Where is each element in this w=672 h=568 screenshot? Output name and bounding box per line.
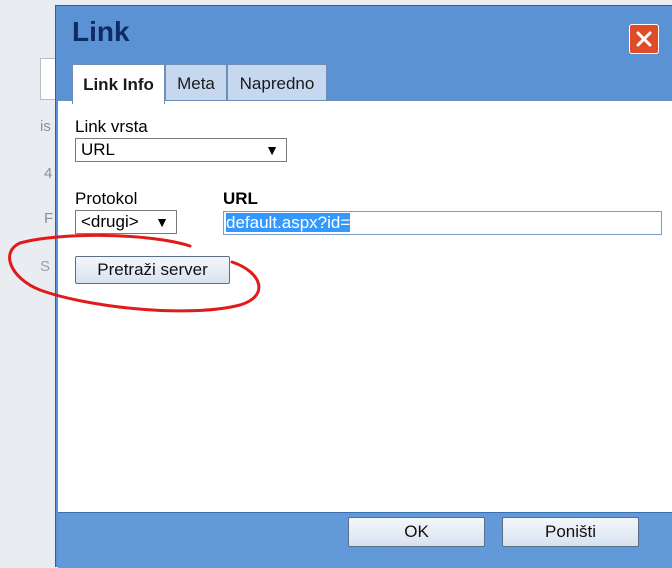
url-value: default.aspx?id= [226, 213, 351, 232]
close-button[interactable] [629, 24, 659, 54]
protocol-value: <drugi> [81, 212, 139, 231]
protocol-label: Protokol [75, 189, 138, 208]
tab-meta[interactable]: Meta [165, 64, 227, 102]
browse-server-button[interactable]: Pretraži server [75, 256, 230, 284]
url-label: URL [223, 189, 258, 208]
tab-label: Napredno [239, 73, 315, 93]
link-type-label: Link vrsta [75, 117, 148, 136]
background-text: is [40, 118, 51, 135]
button-label: OK [404, 522, 429, 541]
link-type-value: URL [81, 140, 116, 159]
button-label: Pretraži server [97, 260, 208, 279]
link-dialog: Link Link Info Meta Napredno Link vrsta … [55, 5, 672, 568]
url-input[interactable]: default.aspx?id= [223, 211, 662, 235]
tab-label: Link Info [83, 74, 154, 94]
protocol-select[interactable]: <drugi> ▼ [75, 210, 177, 234]
dropdown-arrow-icon: ▼ [155, 214, 169, 230]
link-type-select[interactable]: URL ▼ [75, 138, 287, 162]
tab-link-info[interactable]: Link Info [72, 64, 165, 104]
ok-button[interactable]: OK [348, 517, 485, 547]
close-icon [636, 31, 652, 47]
tab-napredno[interactable]: Napredno [227, 64, 327, 102]
tab-label: Meta [177, 73, 215, 93]
background-text: F [44, 210, 54, 227]
dialog-title: Link [72, 16, 130, 47]
dropdown-arrow-icon: ▼ [265, 142, 279, 158]
background-text: S [40, 258, 51, 275]
button-label: Poništi [544, 522, 597, 541]
cancel-button[interactable]: Poništi [502, 517, 639, 547]
background-text: 4 [44, 165, 53, 182]
